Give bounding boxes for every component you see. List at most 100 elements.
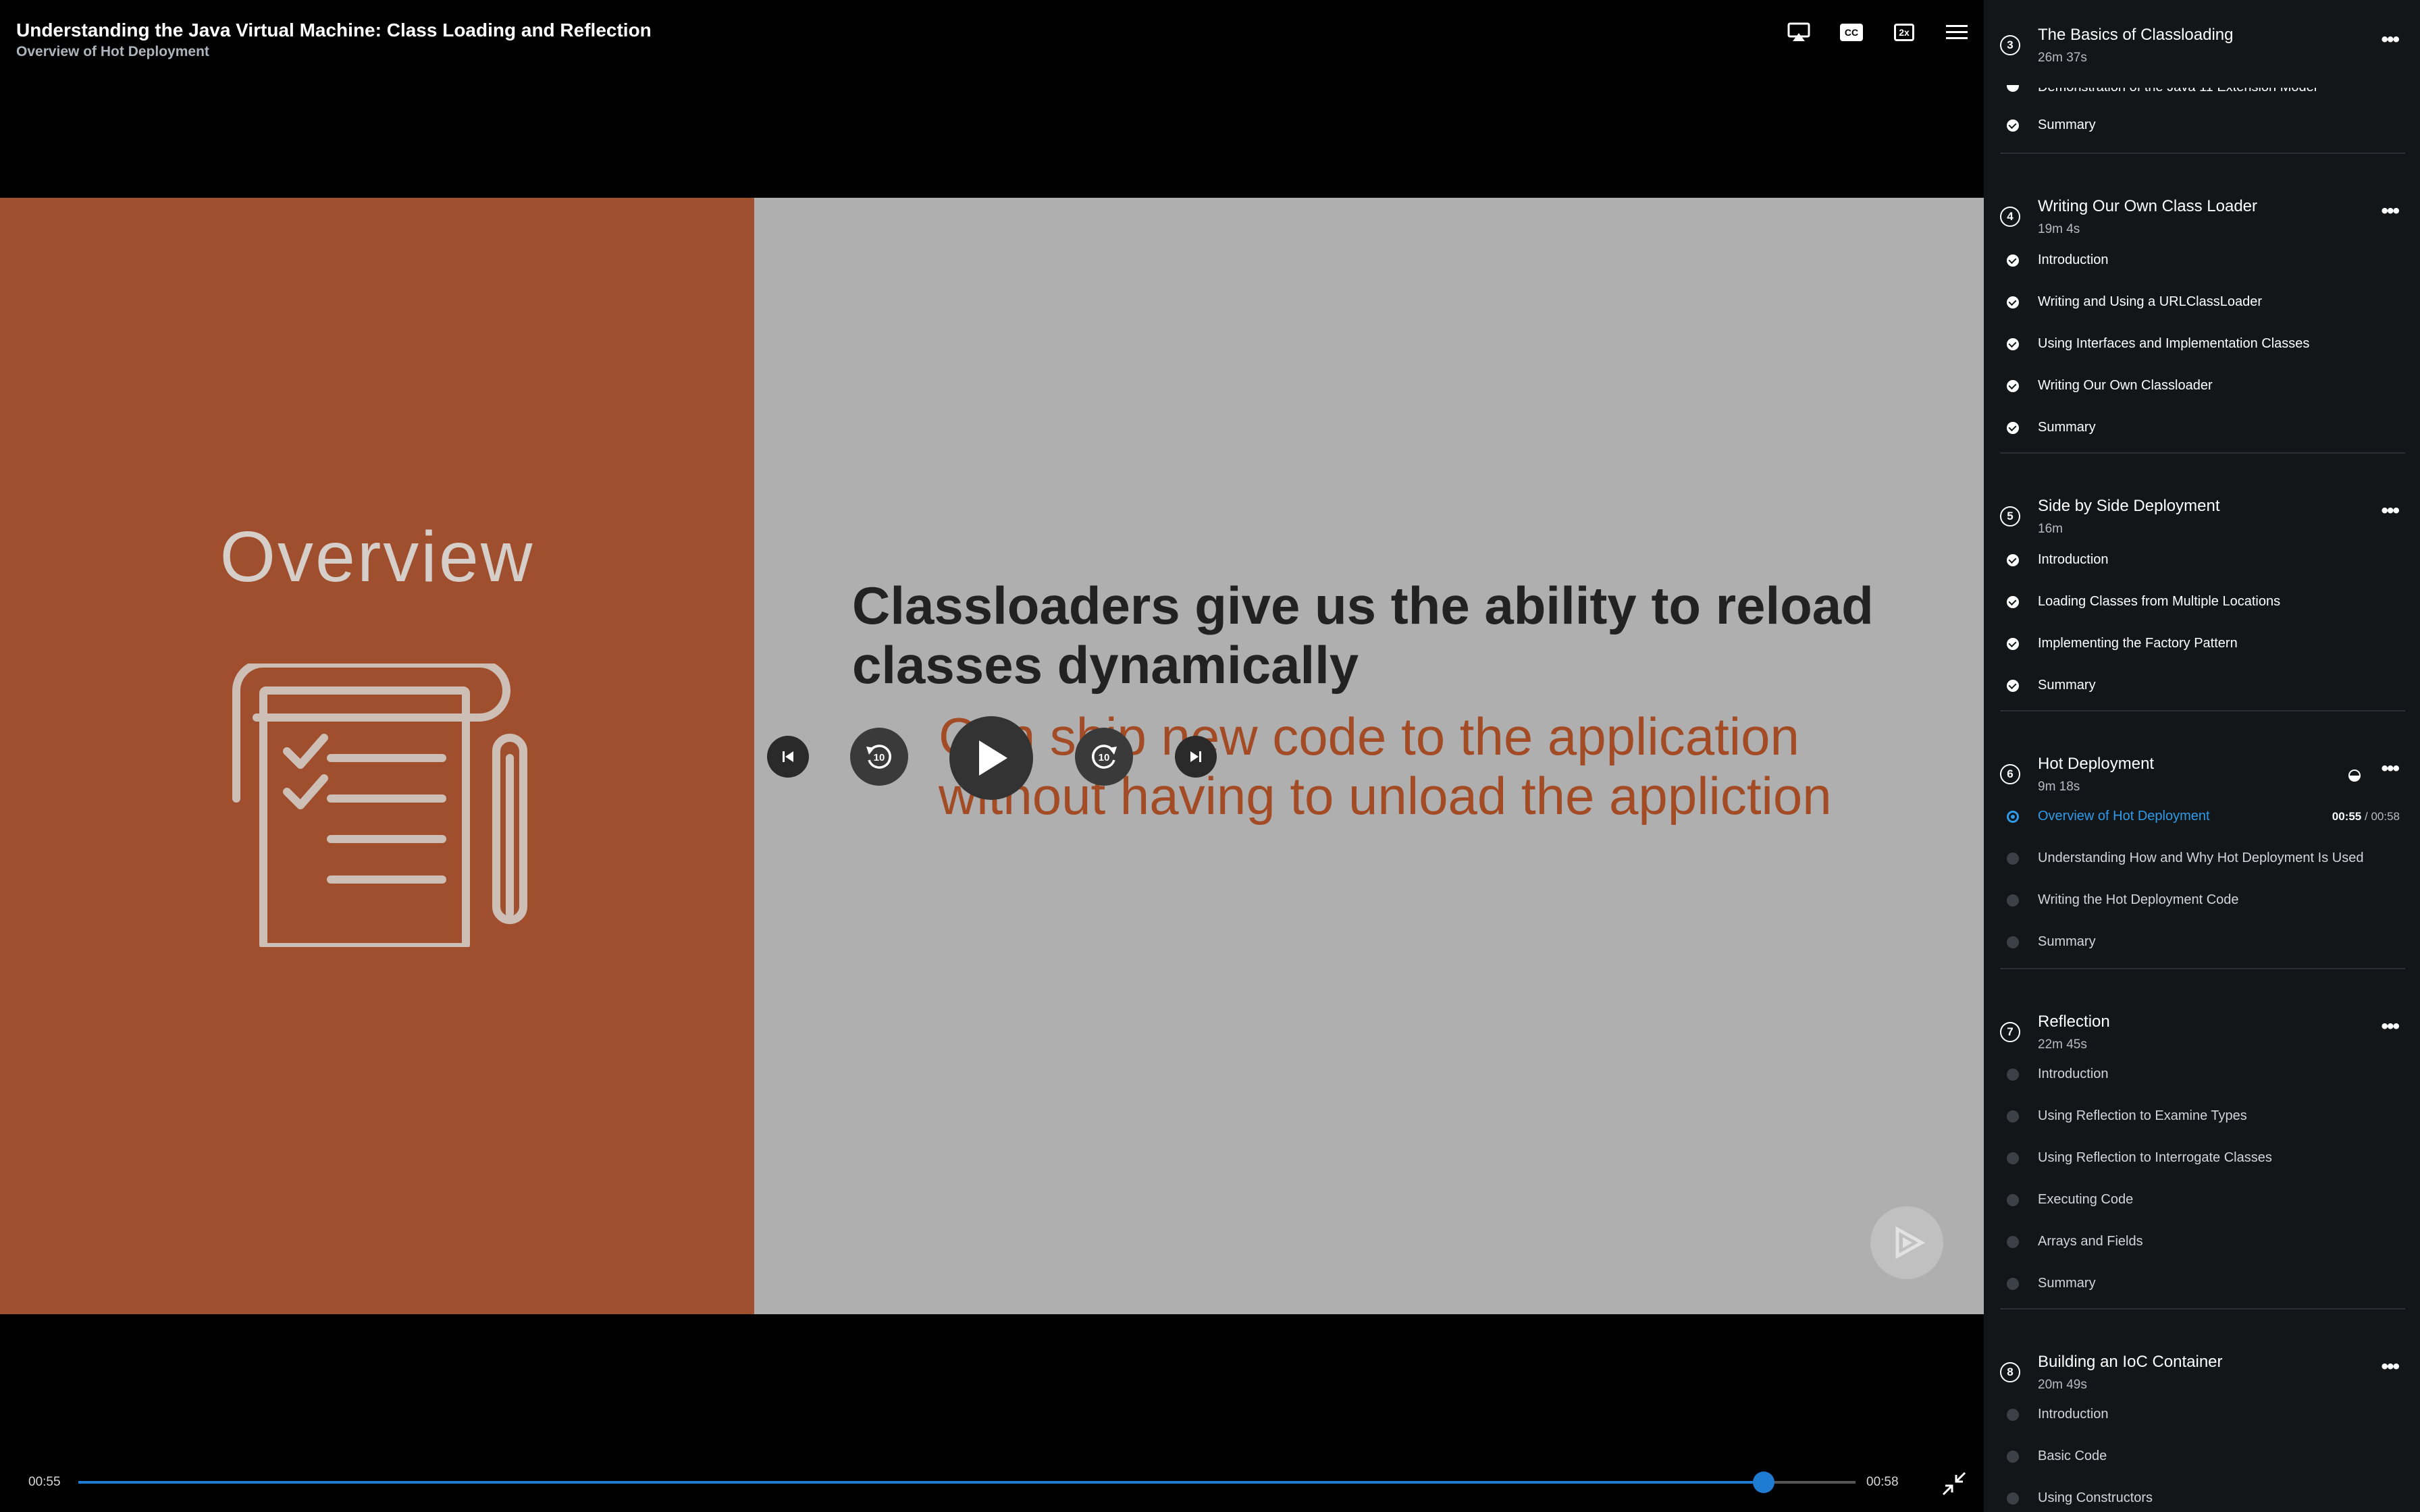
- module-duration: 20m 49s: [2038, 1378, 2087, 1392]
- pluralsight-logo: [1870, 1206, 1943, 1279]
- progress-scrubber[interactable]: [1752, 1472, 1774, 1493]
- clip-title: Loading Classes from Multiple Locations: [2038, 594, 2281, 609]
- clip-item[interactable]: Using Reflection to Interrogate Classes: [1984, 1143, 2420, 1173]
- closed-captions-button[interactable]: CC: [1839, 20, 1864, 45]
- video-player[interactable]: Understanding the Java Virtual Machine: …: [0, 0, 1984, 1512]
- clip-item[interactable]: Loading Classes from Multiple Locations: [1984, 587, 2420, 617]
- module-title: Writing Our Own Class Loader: [2038, 197, 2258, 215]
- clip-item[interactable]: Overview of Hot Deployment 00:55 / 00:58: [1984, 802, 2420, 832]
- clip-title: Using Reflection to Examine Types: [2038, 1108, 2247, 1123]
- clip-title: Executing Code: [2038, 1192, 2134, 1207]
- clip-title: Basic Code: [2038, 1449, 2107, 1463]
- module-progress-icon: [2348, 770, 2361, 782]
- menu-icon[interactable]: [1945, 20, 1969, 45]
- clip-item[interactable]: Introduction: [1984, 545, 2420, 575]
- check-icon: [2007, 85, 2019, 92]
- clip-title: Introduction: [2038, 552, 2109, 567]
- progress-fill: [78, 1481, 1764, 1484]
- pending-dot-icon: [2007, 936, 2019, 948]
- play-icon: [979, 740, 1007, 776]
- clip-item[interactable]: Summary: [1984, 927, 2420, 957]
- clip-title: Using Interfaces and Implementation Clas…: [2038, 336, 2310, 351]
- clip-title: Summary: [2038, 934, 2096, 949]
- clip-item[interactable]: Summary: [1984, 1269, 2420, 1299]
- clip-item[interactable]: Basic Code: [1984, 1442, 2420, 1472]
- pending-dot-icon: [2007, 1069, 2019, 1081]
- pending-dot-icon: [2007, 1236, 2019, 1248]
- clip-item[interactable]: Implementing the Factory Pattern: [1984, 629, 2420, 659]
- more-options-icon[interactable]: •••: [2381, 200, 2399, 223]
- pending-dot-icon: [2007, 1194, 2019, 1206]
- module-number: 8: [2000, 1362, 2020, 1382]
- clip-item[interactable]: Summary: [1984, 671, 2420, 701]
- module-title: Building an IoC Container: [2038, 1353, 2223, 1371]
- clip-item[interactable]: Using Interfaces and Implementation Clas…: [1984, 329, 2420, 359]
- more-options-icon[interactable]: •••: [2381, 500, 2399, 522]
- clip-title: Summary: [2038, 678, 2096, 693]
- play-button[interactable]: [949, 716, 1033, 800]
- clip-title: Writing the Hot Deployment Code: [2038, 892, 2239, 907]
- more-options-icon[interactable]: •••: [2381, 1355, 2399, 1378]
- clip-item[interactable]: Understanding How and Why Hot Deployment…: [1984, 844, 2420, 873]
- clip-item[interactable]: Using Constructors: [1984, 1484, 2420, 1512]
- module-header-4[interactable]: 4 Writing Our Own Class Loader 19m 4s •••: [1984, 171, 2420, 236]
- course-sidebar: Demonstration of the Java 11 Extension M…: [1984, 0, 2420, 1512]
- clip-item[interactable]: Writing Our Own Classloader: [1984, 371, 2420, 401]
- clip-item[interactable]: Executing Code: [1984, 1185, 2420, 1215]
- clip-item[interactable]: Introduction: [1984, 1400, 2420, 1430]
- skip-next-icon: [1190, 751, 1201, 762]
- exit-fullscreen-icon[interactable]: [1942, 1472, 1966, 1496]
- clip-title: Understanding How and Why Hot Deployment…: [2038, 850, 2364, 865]
- player-toolbar: CC 2x: [1787, 20, 1969, 45]
- cc-label: CC: [1839, 24, 1864, 41]
- module-header-3[interactable]: 3 The Basics of Classloading 26m 37s •••: [1984, 0, 2420, 65]
- playback-speed-button[interactable]: 2x: [1892, 20, 1916, 45]
- check-icon: [2007, 119, 2019, 132]
- clip-item[interactable]: Summary: [1984, 413, 2420, 443]
- progress-bar[interactable]: [78, 1472, 1856, 1493]
- forward-10-button[interactable]: 10: [1075, 728, 1133, 786]
- more-options-icon[interactable]: •••: [2381, 1015, 2399, 1038]
- clip-title: Writing and Using a URLClassLoader: [2038, 294, 2263, 309]
- clip-item[interactable]: Writing the Hot Deployment Code: [1984, 886, 2420, 915]
- svg-text:10: 10: [1099, 752, 1110, 763]
- total-time: 00:58: [1866, 1475, 1899, 1489]
- skip-previous-icon: [783, 751, 793, 762]
- clip-time-total: / 00:58: [2365, 810, 2400, 823]
- previous-clip-button[interactable]: [767, 736, 809, 778]
- title-block: Understanding the Java Virtual Machine: …: [16, 18, 652, 61]
- rewind-10-button[interactable]: 10: [850, 728, 908, 786]
- more-options-icon[interactable]: •••: [2381, 28, 2399, 51]
- airplay-icon[interactable]: [1787, 20, 1811, 45]
- clip-item[interactable]: Demonstration of the Java 11 Extension M…: [2038, 88, 2317, 95]
- clip-item[interactable]: Writing and Using a URLClassLoader: [1984, 288, 2420, 317]
- clip-item[interactable]: Summary: [1984, 111, 2420, 140]
- clip-item[interactable]: Introduction: [1984, 246, 2420, 275]
- clip-title: Summary: [2038, 1276, 2096, 1291]
- clip-item[interactable]: Arrays and Fields: [1984, 1227, 2420, 1257]
- check-icon: [2007, 338, 2019, 350]
- clip-item[interactable]: Using Reflection to Examine Types: [1984, 1102, 2420, 1131]
- clip-title: Introduction: [2038, 1066, 2109, 1081]
- module-title: Reflection: [2038, 1013, 2110, 1031]
- clip-item[interactable]: Introduction: [1984, 1060, 2420, 1089]
- module-number: 3: [2000, 35, 2020, 55]
- module-duration: 19m 4s: [2038, 222, 2080, 236]
- pending-dot-icon: [2007, 1110, 2019, 1123]
- module-header-8[interactable]: 8 Building an IoC Container 20m 49s •••: [1984, 1327, 2420, 1392]
- module-number: 5: [2000, 506, 2020, 526]
- module-title: Hot Deployment: [2038, 755, 2155, 773]
- module-header-5[interactable]: 5 Side by Side Deployment 16m •••: [1984, 471, 2420, 536]
- pending-dot-icon: [2007, 1278, 2019, 1290]
- module-header-6[interactable]: 6 Hot Deployment 9m 18s •••: [1984, 729, 2420, 794]
- clip-title: Overview of Hot Deployment: [2038, 809, 2210, 824]
- clip-title: Summary: [2038, 420, 2096, 435]
- course-title: Understanding the Java Virtual Machine: …: [16, 20, 652, 40]
- next-clip-button[interactable]: [1175, 736, 1217, 778]
- module-header-7[interactable]: 7 Reflection 22m 45s •••: [1984, 987, 2420, 1052]
- clip-title: Using Constructors: [2038, 1490, 2153, 1505]
- module-divider: [2000, 1308, 2405, 1310]
- more-options-icon[interactable]: •••: [2381, 757, 2399, 780]
- playing-indicator-icon: [2007, 811, 2019, 823]
- clip-title: Introduction: [2038, 252, 2109, 267]
